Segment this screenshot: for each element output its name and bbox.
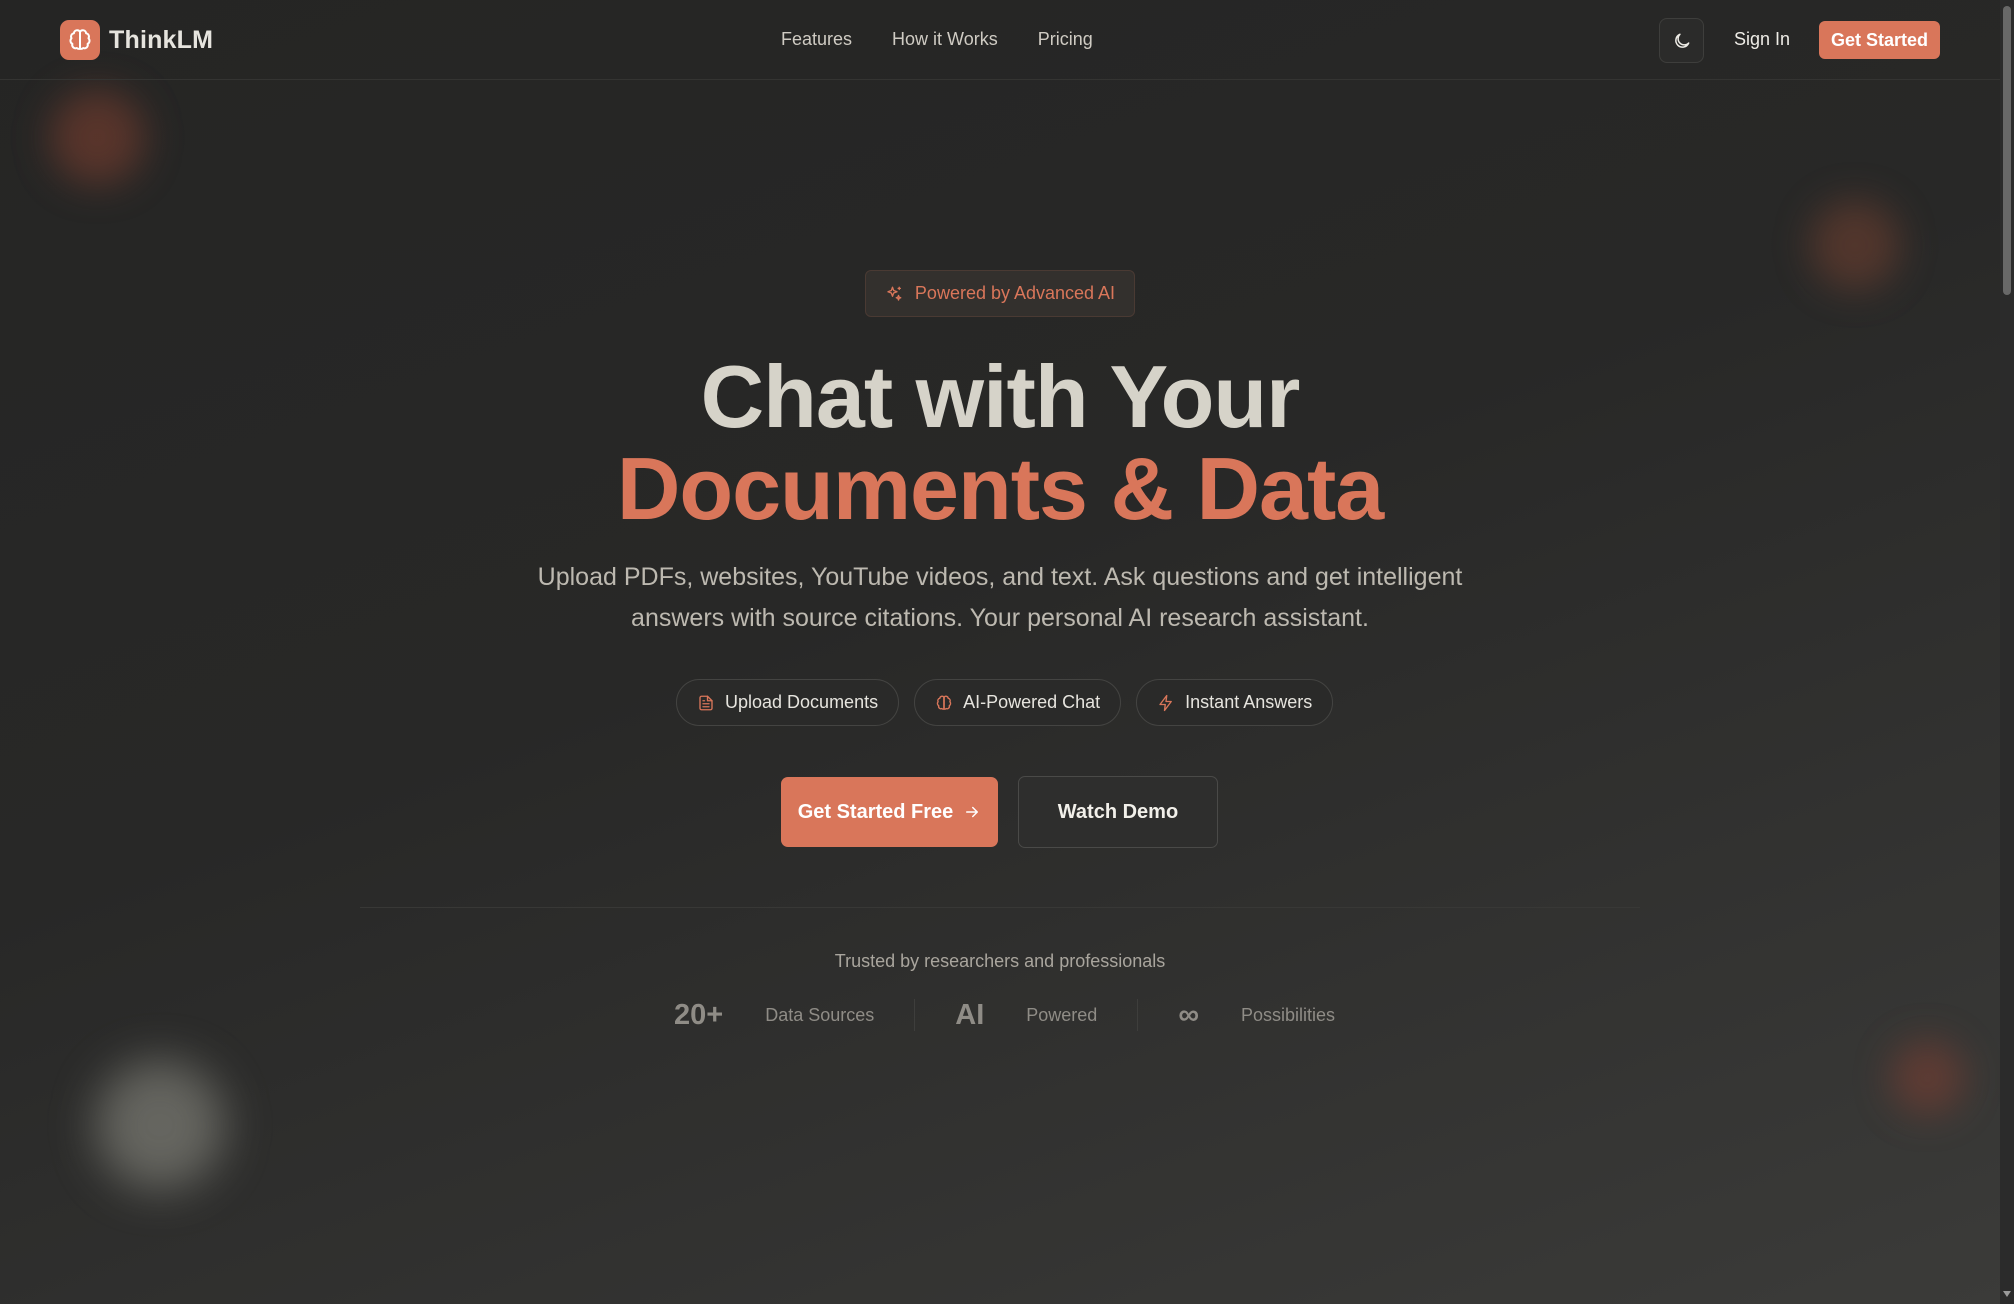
trusted-text: Trusted by researchers and professionals: [834, 951, 1166, 971]
hero-subtitle-line1: Upload PDFs, websites, YouTube videos, a…: [537, 563, 1463, 591]
stat-label: Powered: [1026, 1004, 1098, 1025]
nav-link-how-it-works[interactable]: How it Works: [892, 29, 998, 50]
watch-demo-button[interactable]: Watch Demo: [1018, 776, 1218, 848]
scroll-down-arrow-icon[interactable]: [2003, 1291, 2011, 1297]
brain-icon: [936, 695, 952, 710]
nav-link-features[interactable]: Features: [781, 29, 852, 50]
decorative-glow: [50, 90, 145, 185]
brain-icon: [60, 20, 100, 60]
vertical-scrollbar[interactable]: [2000, 0, 2014, 1304]
stat-separator: [1137, 999, 1139, 1031]
main-nav: Features How it Works Pricing: [781, 29, 1133, 50]
stat-value: ∞: [1178, 998, 1199, 1031]
stat-label: Possibilities: [1241, 1004, 1336, 1025]
stat-ai-powered: AI Powered: [955, 999, 1097, 1032]
arrow-right-icon: [966, 806, 979, 818]
stat-label: Data Sources: [765, 1004, 875, 1025]
pill-label: Upload Documents: [725, 692, 879, 712]
decorative-glow: [95, 1060, 225, 1190]
hero-title-line1: Chat with Your: [700, 347, 1301, 446]
document-icon: [699, 695, 713, 710]
stat-possibilities: ∞ Possibilities: [1178, 999, 1335, 1032]
get-started-button[interactable]: Get Started: [1819, 21, 1940, 59]
stat-value: 20+: [674, 998, 724, 1031]
pill-ai-powered-chat: AI-Powered Chat: [914, 679, 1122, 726]
section-divider: [360, 907, 1640, 908]
brand-logo[interactable]: ThinkLM: [60, 20, 213, 60]
lightning-icon: [1159, 694, 1173, 711]
get-started-free-button[interactable]: Get Started Free: [781, 777, 998, 847]
moon-icon: [1674, 33, 1689, 48]
scrollbar-thumb[interactable]: [2003, 6, 2011, 295]
hero-title-line2: Documents & Data: [616, 439, 1384, 538]
brand-name: ThinkLM: [109, 25, 214, 54]
sign-in-link[interactable]: Sign In: [1734, 29, 1790, 50]
stat-data-sources: 20+ Data Sources: [674, 999, 874, 1032]
badge-label: Powered by Advanced AI: [914, 283, 1116, 303]
pill-upload-documents: Upload Documents: [676, 679, 900, 726]
top-navbar: ThinkLM Features How it Works Pricing Si…: [0, 0, 2000, 80]
landing-page: ThinkLM Features How it Works Pricing Si…: [0, 0, 2000, 1304]
powered-by-badge: Powered by Advanced AI: [865, 270, 1135, 317]
hero-subtitle: Upload PDFs, websites, YouTube videos, a…: [500, 557, 1500, 639]
pill-label: AI-Powered Chat: [963, 692, 1101, 712]
feature-pills: Upload Documents AI-Powered Chat Instant…: [676, 679, 1348, 726]
decorative-glow: [1890, 1040, 1965, 1115]
stat-value: AI: [955, 998, 985, 1031]
sparkles-icon: [887, 286, 902, 301]
pill-instant-answers: Instant Answers: [1136, 679, 1334, 726]
theme-toggle-button[interactable]: [1659, 18, 1704, 63]
cta-primary-label: Get Started Free: [797, 800, 954, 823]
stat-separator: [914, 999, 916, 1031]
stats-row: 20+ Data Sources AI Powered ∞ Possibilit…: [674, 995, 1335, 1035]
pill-label: Instant Answers: [1185, 692, 1313, 712]
decorative-glow: [1810, 200, 1900, 290]
nav-link-pricing[interactable]: Pricing: [1038, 29, 1093, 50]
hero-subtitle-line2: answers with source citations. Your pers…: [631, 604, 1369, 632]
